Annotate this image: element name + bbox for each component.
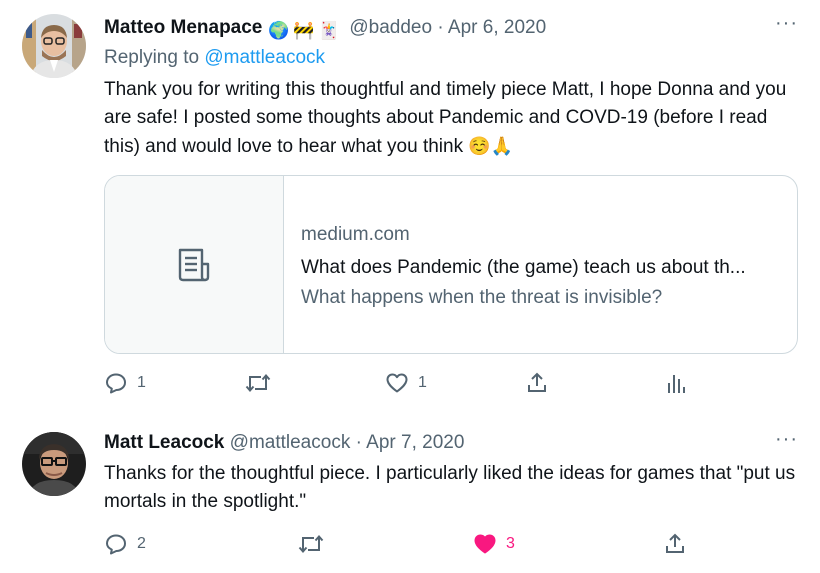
link-card[interactable]: medium.com What does Pandemic (the game)…	[104, 175, 798, 354]
meta-separator: ·	[355, 432, 362, 453]
author-handle[interactable]: @mattleacock	[230, 432, 351, 453]
tweet-header: Matt Leacock @mattleacock · Apr 7, 2020	[104, 431, 464, 455]
share-button[interactable]	[663, 529, 687, 559]
tweet-date[interactable]: Apr 7, 2020	[366, 432, 464, 453]
reply-button[interactable]: 1	[104, 368, 146, 398]
like-count: 1	[418, 374, 427, 391]
smile-pray-emoji-icon: ☺️🙏	[468, 136, 514, 156]
joker-emoji-icon: 🃏	[318, 21, 340, 40]
tweet-date[interactable]: Apr 6, 2020	[448, 17, 546, 38]
reply-count: 2	[137, 535, 146, 552]
analytics-button[interactable]	[665, 368, 687, 398]
heart-filled-icon	[474, 534, 496, 554]
analytics-icon	[668, 375, 685, 393]
author-name[interactable]: Matteo Menapace	[104, 17, 262, 38]
globe-emoji-icon: 🌍	[268, 21, 290, 40]
retweet-icon	[298, 534, 324, 554]
retweet-button[interactable]	[298, 529, 333, 559]
tweet-matt[interactable]: Matt Leacock @mattleacock · Apr 7, 2020 …	[0, 418, 820, 573]
avatar-matteo[interactable]	[22, 14, 86, 78]
heart-icon	[386, 373, 408, 393]
card-title: What does Pandemic (the game) teach us a…	[301, 257, 746, 278]
like-button[interactable]: 3	[473, 529, 515, 559]
card-description: What happens when the threat is invisibl…	[301, 287, 663, 308]
share-icon	[666, 533, 684, 553]
replying-to-line: Replying to @mattleacock	[104, 46, 325, 70]
tweet-text-content: Thank you for writing this thoughtful an…	[104, 79, 787, 157]
tweet-text: Thank you for writing this thoughtful an…	[104, 76, 804, 161]
meta-separator: ·	[437, 17, 444, 38]
reply-icon	[106, 373, 126, 394]
reply-icon	[106, 534, 126, 555]
tweet-matteo[interactable]: Matteo Menapace 🌍 🚧 🃏 @baddeo · Apr 6, 2020 …	[0, 0, 820, 418]
like-count: 3	[506, 535, 515, 552]
more-options-button[interactable]: ···	[775, 428, 798, 451]
author-name[interactable]: Matt Leacock	[104, 432, 224, 453]
construction-emoji-icon: 🚧	[293, 21, 315, 40]
replying-prefix: Replying to	[104, 47, 200, 68]
replying-to-link[interactable]: @mattleacock	[204, 47, 325, 68]
tweet-header: Matteo Menapace 🌍 🚧 🃏 @baddeo · Apr 6, 2020	[104, 16, 546, 43]
profile-badges: 🌍 🚧 🃏	[268, 19, 343, 43]
card-thumbnail	[105, 176, 284, 353]
retweet-icon	[245, 373, 271, 393]
share-button[interactable]	[525, 368, 549, 398]
share-icon	[528, 372, 546, 392]
tweet-actions: 1 1	[0, 368, 820, 398]
tweet-actions: 2 3	[0, 529, 820, 559]
more-options-button[interactable]: ···	[775, 12, 798, 35]
retweet-button[interactable]	[245, 368, 280, 398]
reply-button[interactable]: 2	[104, 529, 146, 559]
card-domain: medium.com	[301, 224, 410, 245]
article-icon	[178, 248, 210, 282]
author-handle[interactable]: @baddeo	[349, 17, 432, 38]
tweet-text: Thanks for the thoughtful piece. I parti…	[104, 463, 796, 512]
avatar-matt[interactable]	[22, 432, 86, 496]
like-button[interactable]: 1	[385, 368, 427, 398]
reply-count: 1	[137, 374, 146, 391]
